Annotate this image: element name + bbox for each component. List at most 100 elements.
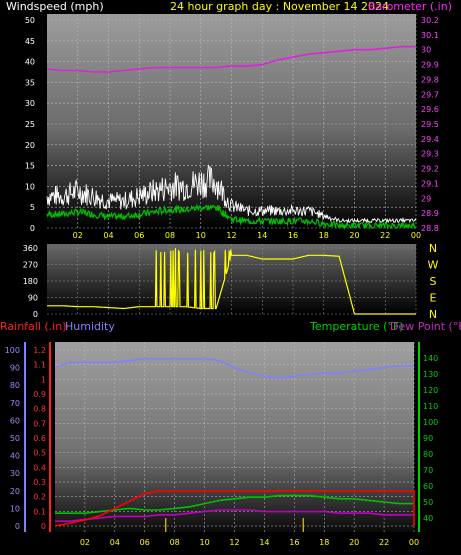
wind-tick-label: 30	[25, 99, 35, 108]
barometer-tick-label: 28.9	[421, 209, 439, 218]
time-tick-label: 20	[349, 231, 359, 240]
barometer-tick-label: 29.1	[421, 179, 439, 188]
rainfall-title: Rainfall (.in)	[0, 320, 67, 333]
compass-label: S	[430, 275, 437, 288]
barometer-tick-label: 30	[421, 46, 431, 55]
humidity-tick-label: 80	[10, 381, 20, 390]
temperature-tick-label: 60	[423, 482, 433, 491]
time-tick-label: 06	[134, 231, 144, 240]
rain-tick-label: 1.2	[33, 346, 46, 355]
time-tick-label: 02	[80, 538, 90, 547]
time-tick-label: 00	[409, 538, 419, 547]
compass-label: W	[428, 259, 439, 272]
rain-tick-label: 0.9	[33, 390, 46, 399]
humidity-tick-label: 60	[10, 416, 20, 425]
time-tick-label: 10	[196, 231, 206, 240]
rain-tick-label: 0.6	[33, 434, 46, 443]
temperature-tick-label: 70	[423, 466, 433, 475]
humidity-tick-label: 20	[10, 487, 20, 496]
graph-day-title: 24 hour graph day : November 14 2024	[170, 0, 389, 13]
time-tick-label: 08	[165, 231, 175, 240]
time-tick-label: 22	[380, 231, 390, 240]
time-tick-label: 22	[379, 538, 389, 547]
rain-tick-label: 0.3	[33, 478, 46, 487]
rain-tick-label: 1.1	[33, 361, 46, 370]
time-tick-label: 10	[199, 538, 209, 547]
time-tick-label: 14	[259, 538, 269, 547]
temperature-tick-label: 120	[423, 386, 438, 395]
humidity-tick-label: 100	[5, 346, 20, 355]
wind-tick-label: 25	[25, 120, 35, 129]
wind-tick-label: 10	[25, 182, 35, 191]
rain-humidity-temp-panel: 0 0.1 0.2 0.3 0.4 0.5 0.6 0.7 0.8 0.9 1 1.1 1.2 0 10 2…	[5, 342, 438, 547]
wind-tick-label: 0	[30, 224, 35, 233]
barometer-tick-label: 30.1	[421, 31, 439, 40]
barometer-tick-label: 29	[421, 194, 431, 203]
rain-tick-label: 0.2	[33, 493, 46, 502]
humidity-tick-label: 30	[10, 469, 20, 478]
direction-tick-label: 270	[23, 261, 38, 270]
wind-tick-label: 45	[25, 37, 35, 46]
humidity-tick-label: 0	[15, 522, 20, 531]
direction-tick-label: 0	[33, 310, 38, 319]
rain-tick-label: 0.1	[33, 507, 46, 516]
humidity-title: Humidity	[65, 320, 115, 333]
dewpoint-title: Dew Point (°F)	[390, 320, 461, 333]
barometer-tick-label: 29.9	[421, 61, 439, 70]
humidity-tick-label: 70	[10, 399, 20, 408]
rain-tick-label: 0.8	[33, 405, 46, 414]
humidity-tick-label: 50	[10, 434, 20, 443]
barometer-tick-label: 29.4	[421, 135, 439, 144]
humidity-tick-label: 40	[10, 452, 20, 461]
time-tick-label: 12	[226, 231, 236, 240]
wind-tick-label: 20	[25, 141, 35, 150]
temperature-tick-label: 110	[423, 402, 438, 411]
barometer-tick-label: 28.8	[421, 224, 439, 233]
rain-tick-label: 0	[41, 522, 46, 531]
humidity-tick-label: 90	[10, 364, 20, 373]
humidity-tick-label: 10	[10, 504, 20, 513]
rain-tick-label: 0.5	[33, 449, 46, 458]
rain-tick-label: 0.4	[33, 463, 46, 472]
temperature-tick-label: 40	[423, 514, 433, 523]
barometer-title: Barometer (.in)	[368, 0, 452, 13]
direction-tick-label: 360	[23, 244, 38, 253]
wind-tick-label: 40	[25, 58, 35, 67]
time-tick-label: 08	[170, 538, 180, 547]
direction-tick-label: 90	[28, 294, 38, 303]
time-tick-label: 16	[289, 538, 299, 547]
barometer-tick-label: 30.2	[421, 16, 439, 25]
time-tick-label: 04	[110, 538, 120, 547]
wind-barometer-panel: 0 5 10 15 20 25 30 35 40 45 50 28.8 28.9 29 29.1 29.2 2…	[25, 14, 439, 240]
barometer-tick-label: 29.3	[421, 150, 439, 159]
time-tick-label: 02	[73, 231, 83, 240]
time-tick-label: 18	[319, 538, 329, 547]
barometer-tick-label: 29.8	[421, 75, 439, 84]
compass-label: N	[429, 242, 437, 255]
rain-tick-label: 1	[41, 375, 46, 384]
barometer-tick-label: 29.5	[421, 120, 439, 129]
time-tick-label: 18	[319, 231, 329, 240]
time-tick-label: 06	[140, 538, 150, 547]
time-tick-label: 20	[349, 538, 359, 547]
time-tick-label: 14	[257, 231, 267, 240]
temperature-tick-label: 50	[423, 498, 433, 507]
barometer-tick-label: 29.2	[421, 165, 439, 174]
time-tick-label: 04	[103, 231, 113, 240]
wind-tick-label: 5	[30, 203, 35, 212]
wind-tick-label: 15	[25, 162, 35, 171]
time-tick-label: 16	[288, 231, 298, 240]
barometer-tick-label: 29.6	[421, 105, 439, 114]
temperature-tick-label: 100	[423, 418, 438, 427]
temperature-tick-label: 90	[423, 434, 433, 443]
weather-graph: Windspeed (mph) 24 hour graph day : Nove…	[0, 0, 461, 547]
wind-tick-label: 35	[25, 78, 35, 87]
time-tick-label: 00	[411, 231, 421, 240]
wind-direction-panel: 090180270360 NWSEN	[23, 242, 439, 321]
temperature-tick-label: 130	[423, 370, 438, 379]
temperature-tick-label: 140	[423, 354, 438, 363]
rain-tick-label: 0.7	[33, 419, 46, 428]
time-tick-label: 12	[229, 538, 239, 547]
windspeed-title: Windspeed (mph)	[6, 0, 104, 13]
temperature-tick-label: 80	[423, 450, 433, 459]
